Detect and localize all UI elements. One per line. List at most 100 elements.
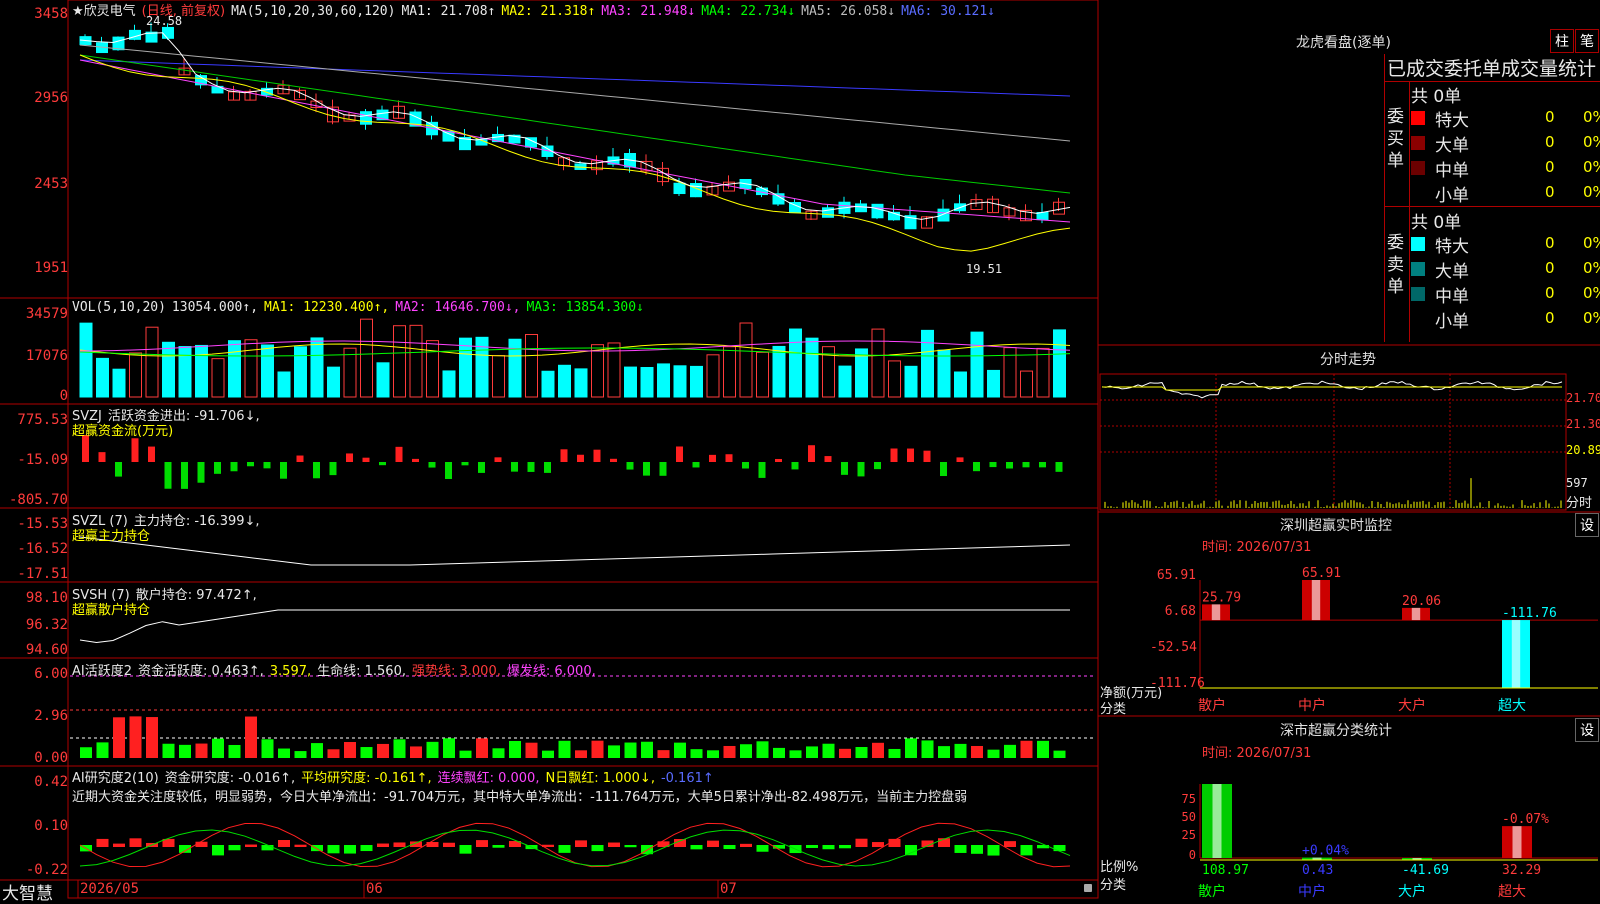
- volume-bar: [112, 368, 126, 398]
- activity-bar: [212, 738, 224, 758]
- lhb-title: 龙虎看盘(逐单): [1296, 35, 1391, 51]
- fund-flow-bar: [956, 457, 964, 462]
- activity-bar: [608, 745, 620, 758]
- fund-flow-bar: [98, 452, 106, 462]
- chart-canvas[interactable]: 25.79 散户 65.91 中户 20.06 大户 -111.76 超大 散户 +0.04% 中…: [0, 0, 1600, 900]
- order-stat-panel: 已成交委托单成交量统计 委买单 委卖单 共 0单 共 0单 特大 0 0% 大单 0 0%…: [1384, 54, 1600, 342]
- candle: [871, 203, 884, 219]
- sell-side-label: 委卖单: [1387, 233, 1404, 297]
- fund-flow-bar: [758, 462, 766, 478]
- research-bar: [228, 845, 241, 851]
- ai1-y-label: 2.96: [34, 708, 68, 724]
- classify-y-label: 50: [1181, 810, 1196, 824]
- candle: [673, 182, 686, 195]
- activity-bar: [591, 740, 604, 758]
- activity-bar: [113, 717, 125, 758]
- bar-mode-button[interactable]: 柱: [1550, 29, 1574, 53]
- order-percent: 0%: [1583, 183, 1600, 201]
- bar-value-label: 25.79: [1202, 590, 1241, 605]
- activity-bar: [690, 749, 703, 758]
- research-bar: [393, 842, 406, 847]
- ai2-cont-red: 连续飘红: 0.000,: [437, 771, 540, 786]
- volume-bar: [525, 334, 538, 398]
- research-bar: [591, 845, 604, 852]
- research-bar: [690, 845, 703, 850]
- ma-value-1: MA1: 21.708↑: [401, 4, 496, 19]
- volume-bar: [558, 364, 571, 398]
- main-y-label: 2956: [34, 90, 68, 106]
- candle: [360, 111, 372, 125]
- ai2-avg: 平均研究度: -0.161↑,: [301, 771, 432, 786]
- ai1-y-label: 6.00: [34, 666, 68, 682]
- brand-logo[interactable]: 大智慧: [2, 879, 53, 904]
- fund-flow-bar: [940, 462, 947, 477]
- fund-flow-bar: [890, 448, 898, 462]
- order-percent: 0%: [1583, 158, 1600, 176]
- monitor-cat: 分类: [1100, 702, 1127, 717]
- monitor-title: 深圳超赢实时监控: [1280, 518, 1392, 534]
- volume-bar: [343, 347, 357, 398]
- fund-flow-bar: [263, 462, 271, 469]
- order-percent: 0%: [1583, 133, 1600, 151]
- vol-title: VOL(5,10,20): [72, 300, 166, 315]
- intraday-y-label: 21.70: [1566, 391, 1600, 405]
- activity-bar: [839, 748, 851, 758]
- tick-mode-button[interactable]: 笔: [1575, 29, 1599, 53]
- monitor-settings-button[interactable]: 设: [1575, 513, 1599, 537]
- volume-bar: [706, 354, 720, 398]
- classify-value-label: 0.43: [1302, 863, 1333, 878]
- fund-flow-bar: [808, 445, 815, 462]
- activity-bar: [558, 740, 571, 758]
- bar-highlight: [1511, 620, 1521, 688]
- svsh-y-label: 96.32: [25, 617, 68, 633]
- fund-flow-bar: [329, 462, 337, 476]
- order-count: 0: [1545, 284, 1555, 302]
- volume-bar: [970, 331, 984, 398]
- vol-y-label: 34579: [25, 306, 68, 322]
- volume-bar: [541, 370, 555, 398]
- fund-flow-bar: [494, 457, 502, 462]
- volume-bar: [492, 355, 505, 398]
- fund-flow-bar: [82, 435, 89, 462]
- fund-flow-bar: [841, 462, 848, 475]
- classify-settings-button[interactable]: 设: [1575, 718, 1599, 742]
- fund-flow-bar: [742, 462, 749, 469]
- bar-value-label: 20.06: [1402, 594, 1441, 609]
- research-bar: [971, 845, 983, 854]
- activity-bar: [377, 743, 389, 758]
- classify-y-label: 0: [1188, 848, 1196, 862]
- volume-bar: [459, 337, 472, 398]
- order-row: 特大 0 0%: [1411, 106, 1600, 131]
- activity-bar: [410, 746, 422, 758]
- research-bar: [294, 844, 307, 847]
- ai1-burst: 爆发线: 6.000,: [506, 664, 596, 679]
- category-label: 大户: [1398, 697, 1426, 714]
- ma-value-5: MA5: 26.058↓: [801, 4, 896, 19]
- main-y-label: 1951: [34, 260, 68, 276]
- fund-flow-bar: [527, 462, 535, 472]
- ma3-line: [79, 59, 1071, 223]
- vol-ma2: MA2: 14646.700↓,: [395, 300, 521, 315]
- volume-bar: [574, 368, 588, 398]
- vol-header: VOL(5,10,20) 13054.000↑, MA1: 12230.400↑, M…: [72, 300, 650, 315]
- order-type-label: 特大: [1435, 237, 1469, 257]
- intraday-y-label: 20.89: [1566, 443, 1600, 457]
- order-count: 0: [1545, 309, 1555, 327]
- intraday-title: 分时走势: [1320, 352, 1376, 368]
- activity-bar: [393, 739, 406, 758]
- research-bar: [476, 840, 488, 847]
- volume-bar: [690, 365, 703, 398]
- order-color-swatch: [1411, 237, 1425, 251]
- research-bar: [1053, 845, 1066, 852]
- intraday-unit-label: 分时: [1566, 496, 1593, 511]
- classify-y-label: 75: [1181, 792, 1196, 806]
- stock-title[interactable]: ★欣灵电气: [72, 4, 136, 19]
- lock-icon[interactable]: [1084, 884, 1092, 892]
- ai2-y-label: 0.10: [34, 818, 68, 834]
- x-label: 2026/05: [80, 881, 140, 897]
- activity-bar: [542, 750, 554, 758]
- activity-bar: [1020, 740, 1033, 758]
- order-count: 0: [1545, 234, 1555, 252]
- activity-bar: [443, 738, 455, 758]
- volume-bar: [1020, 370, 1033, 398]
